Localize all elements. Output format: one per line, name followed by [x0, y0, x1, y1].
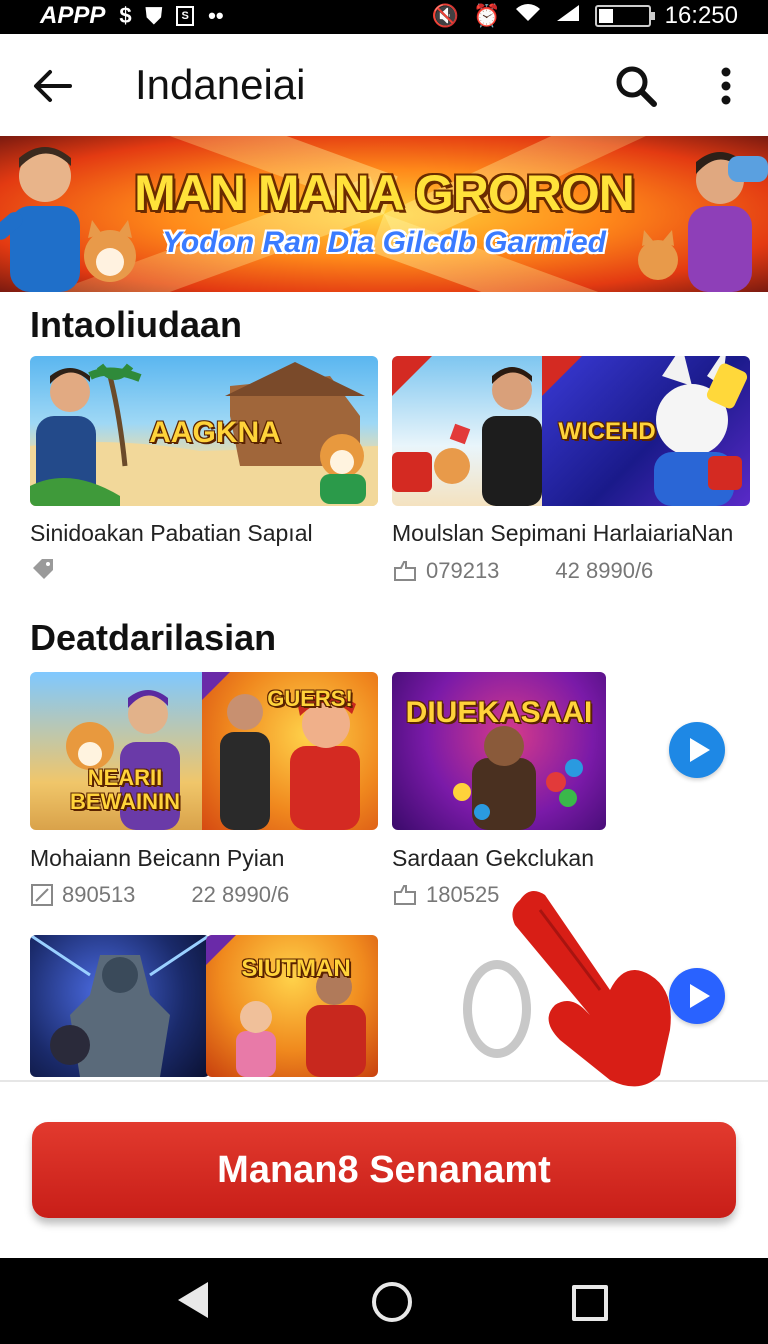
- page-title: Indaneiai: [135, 61, 306, 108]
- nav-back-icon[interactable]: [178, 1282, 208, 1318]
- search-icon[interactable]: [612, 62, 660, 110]
- meta-count: 079213: [426, 558, 500, 583]
- game-card-title[interactable]: Mohaiann Beicann Pyian: [30, 845, 284, 872]
- thumbnail-logo-text: WICEHD: [558, 418, 656, 445]
- navigation-bar: [0, 1258, 768, 1344]
- app-label: APPP: [40, 2, 106, 29]
- game-card-title[interactable]: Sinidoakan Pabatian Sapıal: [30, 520, 313, 547]
- thumbnail-logo-text: DIUEKASAAI: [405, 696, 593, 729]
- banner-subtitle: Yodon Ran Dia Gilcdb Garmied: [162, 226, 606, 259]
- dots-icon: ••: [208, 3, 224, 28]
- thumbnail-logo-text: NEARII BEWAININ: [70, 765, 180, 814]
- play-icon: [689, 984, 710, 1008]
- banner-title: MAN MANA GRORON: [134, 165, 635, 221]
- section-title-featured: Intaoliudaan: [30, 304, 243, 345]
- meta-count: 180525: [426, 882, 500, 907]
- nav-home-icon[interactable]: [372, 1282, 412, 1322]
- game-card-thumbnail[interactable]: DIUEKASAAI: [392, 672, 606, 830]
- download-icon: [394, 561, 416, 581]
- play-button[interactable]: [669, 722, 725, 778]
- dollar-icon: $: [119, 3, 132, 28]
- clock: 16:250: [664, 2, 738, 29]
- tag-icon: [33, 559, 53, 579]
- game-card-meta: 079213 42 8990/6: [392, 558, 653, 584]
- wifi-icon: [515, 3, 541, 29]
- back-arrow-icon[interactable]: [30, 64, 74, 108]
- game-card-title[interactable]: Moulslan Sepimani HarlaiariaNan: [392, 520, 733, 547]
- thumbnail-logo-text: SIUTMAN: [241, 955, 351, 982]
- more-vert-icon[interactable]: [708, 62, 744, 110]
- game-card-thumbnail[interactable]: AAGKNA: [30, 356, 378, 506]
- meta-size: 42 8990/6: [555, 558, 654, 583]
- game-card-meta: 890513 22 8990/6: [30, 882, 289, 908]
- thumbnail-logo-text: AAGKNA: [149, 416, 281, 449]
- game-card-thumbnail[interactable]: NEARII BEWAININ GUERS!: [30, 672, 378, 830]
- alarm-icon: ⏰: [473, 3, 501, 28]
- game-card-thumbnail[interactable]: SIUTMAN: [206, 935, 378, 1077]
- shield-icon: ⛊: [145, 3, 163, 28]
- edit-icon: [31, 884, 53, 906]
- status-bar: APPP $ ⛊ S •• 🔇 ⏰ 16:250: [0, 0, 768, 34]
- nav-recents-icon[interactable]: [572, 1285, 608, 1321]
- game-card-thumbnail[interactable]: [30, 935, 210, 1077]
- meta-count: 890513: [62, 882, 136, 907]
- signal-icon: [555, 3, 581, 29]
- app-bar: Indaneiai: [0, 34, 768, 136]
- thumbnail-logo-text: GUERS!: [267, 686, 353, 711]
- pointing-hand-icon: [512, 891, 671, 1087]
- battery-icon: [594, 5, 655, 27]
- mute-icon: 🔇: [431, 3, 460, 28]
- game-card-title[interactable]: Sardaan Gekclukan: [392, 845, 594, 872]
- game-card-meta: [30, 556, 56, 582]
- play-icon: [689, 738, 710, 762]
- download-icon: [394, 885, 416, 905]
- meta-size: 22 8990/6: [191, 882, 290, 907]
- sim-icon: S: [176, 6, 195, 26]
- section-title-details: Deatdarilasian: [30, 617, 277, 658]
- game-card-meta: 180525: [392, 882, 499, 908]
- primary-cta-button[interactable]: Manan8 Senanamt: [32, 1122, 736, 1218]
- game-card-thumbnail[interactable]: WICEHD: [392, 356, 750, 506]
